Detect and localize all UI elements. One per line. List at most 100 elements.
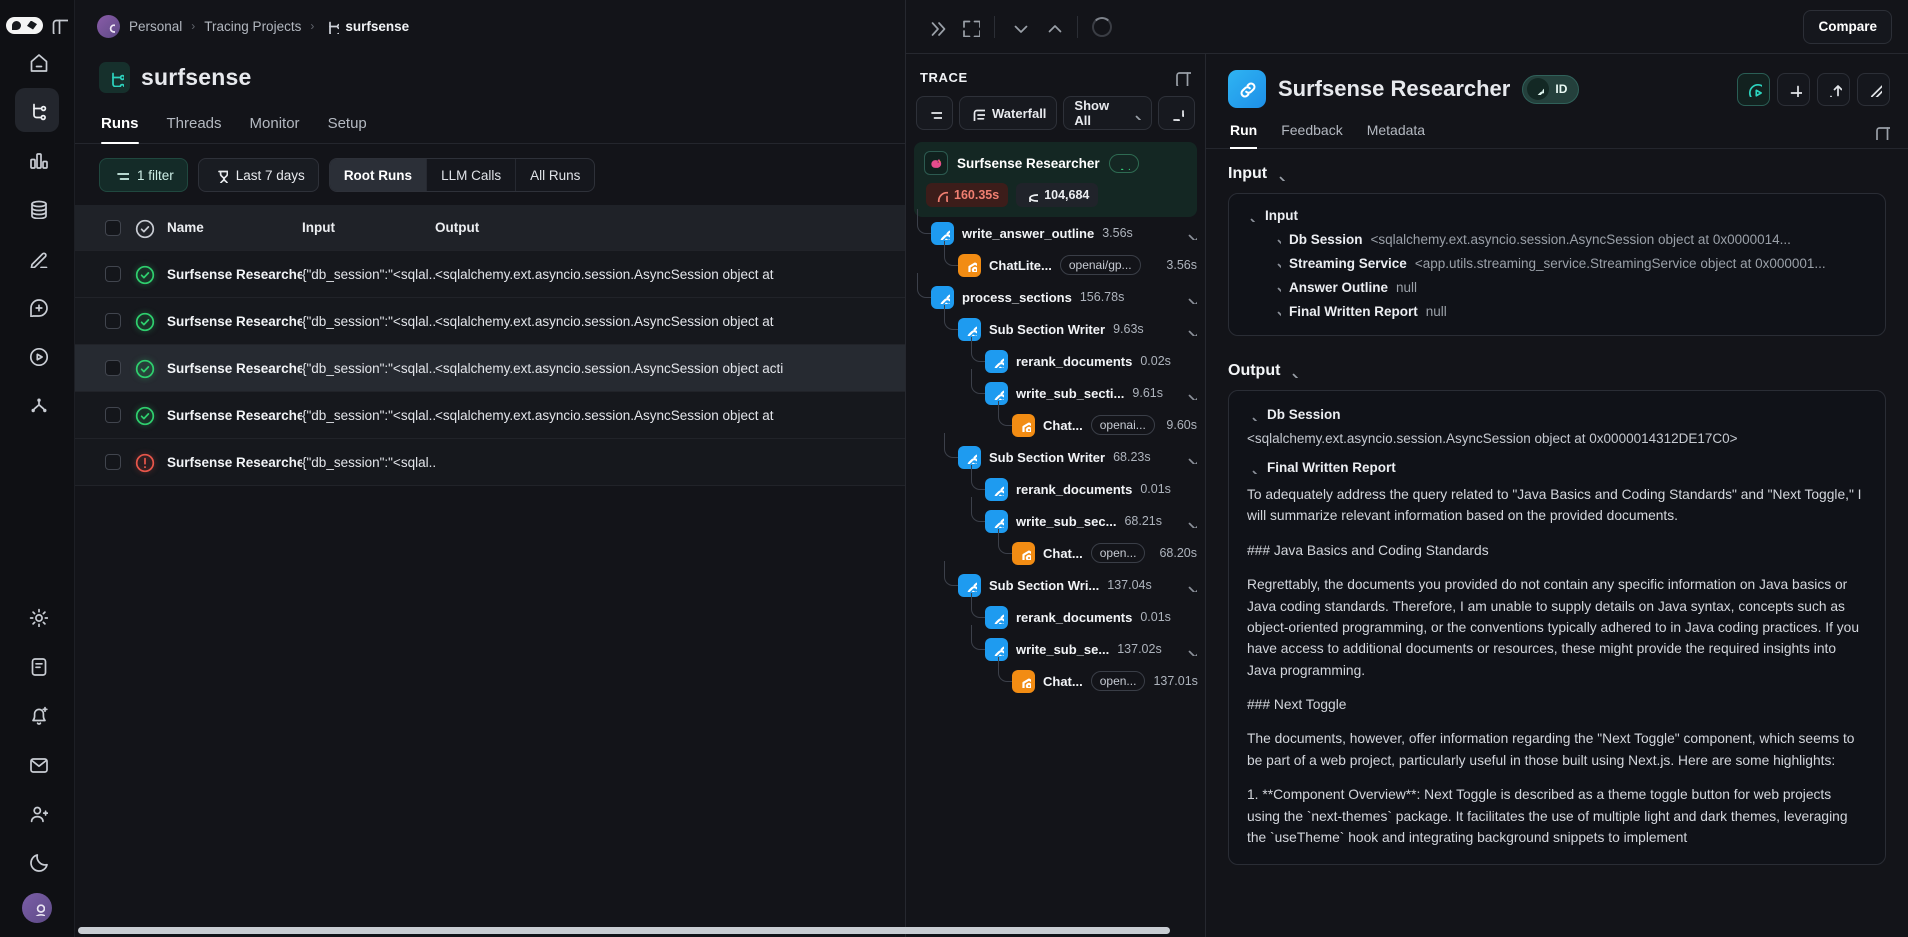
date-range-button[interactable]: Last 7 days — [198, 158, 319, 192]
sidebar-item-monitoring[interactable] — [15, 137, 59, 181]
segment-all-runs[interactable]: All Runs — [516, 159, 594, 191]
chevron-down-icon[interactable] — [1183, 514, 1197, 528]
horizontal-scrollbar[interactable] — [78, 927, 1170, 934]
workspace-avatar[interactable] — [97, 15, 120, 38]
trace-node[interactable]: write_sub_sec... 68.21s — [914, 505, 1197, 537]
input-field-final-written-report[interactable]: Final Written Report null — [1245, 304, 1869, 319]
run-io-content: Input Input Db Session <sqlalchemy.ext.a… — [1206, 149, 1908, 937]
sidebar-item-playground[interactable] — [15, 333, 59, 377]
table-row[interactable]: Surfsense Researcher {"db_session":"<sql… — [75, 251, 905, 298]
output-db-session-toggle[interactable]: Db Session — [1247, 407, 1867, 422]
sidebar-item-prompts[interactable] — [15, 284, 59, 328]
filter-count-button[interactable]: 1 filter — [99, 158, 188, 192]
output-section-header[interactable]: Output — [1228, 362, 1886, 380]
tab-setup[interactable]: Setup — [328, 115, 367, 143]
chevron-down-icon[interactable] — [1183, 226, 1197, 240]
user-avatar[interactable] — [22, 893, 52, 923]
trace-node[interactable]: write_sub_secti... 9.61s — [914, 377, 1197, 409]
trace-node[interactable]: Chat... open... 137.01s — [914, 665, 1197, 697]
segment-llm-calls[interactable]: LLM Calls — [427, 159, 516, 191]
input-field-db-session[interactable]: Db Session <sqlalchemy.ext.asyncio.sessi… — [1245, 232, 1869, 247]
tab-runs[interactable]: Runs — [101, 115, 139, 143]
chevron-down-icon[interactable] — [1183, 642, 1197, 656]
add-to-dataset-button[interactable] — [1777, 73, 1810, 106]
chevron-down-icon[interactable] — [1183, 322, 1197, 336]
row-checkbox[interactable] — [105, 360, 121, 376]
column-header-input[interactable]: Input — [302, 220, 435, 235]
row-checkbox[interactable] — [105, 454, 121, 470]
share-button[interactable] — [1817, 73, 1850, 106]
trace-node[interactable]: Sub Section Writer 68.23s — [914, 441, 1197, 473]
breadcrumb-personal[interactable]: Personal — [129, 19, 182, 34]
collapse-panel-icon[interactable] — [926, 17, 946, 37]
sidebar-item-settings[interactable] — [15, 594, 59, 638]
sidebar-item-theme[interactable] — [15, 839, 59, 883]
breadcrumb-tracing-projects[interactable]: Tracing Projects — [204, 19, 301, 34]
breadcrumb-project[interactable]: surfsense — [323, 18, 409, 34]
column-header-output[interactable]: Output — [435, 220, 905, 235]
input-field-answer-outline[interactable]: Answer Outline null — [1245, 280, 1869, 295]
sidebar-item-inbox[interactable] — [15, 741, 59, 785]
waterfall-view-button[interactable]: Waterfall — [959, 96, 1057, 130]
sidebar-item-tracing-projects[interactable] — [15, 88, 59, 132]
compare-button[interactable]: Compare — [1803, 10, 1892, 44]
row-checkbox[interactable] — [105, 407, 121, 423]
trace-filter-button[interactable] — [916, 96, 953, 130]
run-id-button[interactable]: ID — [1522, 75, 1579, 104]
show-all-dropdown[interactable]: Show All — [1063, 96, 1152, 130]
tab-run[interactable]: Run — [1230, 122, 1257, 148]
row-checkbox[interactable] — [105, 266, 121, 282]
trace-node[interactable]: rerank_documents 0.01s — [914, 473, 1197, 505]
sidebar-item-datasets[interactable] — [15, 186, 59, 230]
chain-icon — [985, 478, 1008, 501]
select-all-checkbox[interactable] — [105, 220, 121, 236]
next-run-chevron-up-icon[interactable] — [1043, 17, 1063, 37]
chevron-down-icon[interactable] — [1183, 450, 1197, 464]
trace-node[interactable]: write_sub_se... 137.02s — [914, 633, 1197, 665]
table-row[interactable]: Surfsense Researcher {"db_session":"<sql… — [75, 392, 905, 439]
segment-root-runs[interactable]: Root Runs — [330, 159, 427, 191]
run-output: <sqlalchemy.ext.asyncio.session.AsyncSes… — [435, 361, 905, 376]
sidebar-item-annotation[interactable] — [15, 235, 59, 279]
split-panel-icon[interactable] — [1873, 123, 1890, 140]
collapse-all-button[interactable] — [1158, 96, 1195, 130]
output-final-report-toggle[interactable]: Final Written Report — [1247, 460, 1867, 475]
tab-threads[interactable]: Threads — [167, 115, 222, 143]
sidebar-item-invite[interactable] — [15, 790, 59, 834]
chevron-down-icon[interactable] — [1183, 578, 1197, 592]
sidebar-item-hub[interactable] — [15, 382, 59, 426]
column-header-name[interactable]: Name — [167, 220, 302, 235]
fullscreen-icon[interactable] — [960, 17, 980, 37]
table-row-selected[interactable]: Surfsense Researcher {"db_session":"<sql… — [75, 345, 905, 392]
trace-node[interactable]: ChatLite... openai/gp... 3.56s — [914, 249, 1197, 281]
input-root-toggle[interactable]: Input — [1245, 208, 1869, 223]
tab-monitor[interactable]: Monitor — [250, 115, 300, 143]
tab-metadata[interactable]: Metadata — [1367, 122, 1425, 148]
input-section-header[interactable]: Input — [1228, 165, 1886, 183]
table-row[interactable]: Surfsense Researcher {"db_session":"<sql… — [75, 439, 905, 486]
langsmith-logo[interactable] — [6, 17, 43, 34]
prev-run-chevron-down-icon[interactable] — [1009, 17, 1029, 37]
llm-icon — [1012, 414, 1035, 437]
annotate-button[interactable] — [1857, 73, 1890, 106]
trace-node[interactable]: rerank_documents 0.02s — [914, 345, 1197, 377]
trace-root-node[interactable]: Surfsense Researcher 160.35s 104,684 — [914, 142, 1197, 217]
trace-node[interactable]: rerank_documents 0.01s — [914, 601, 1197, 633]
chevron-down-icon[interactable] — [1183, 386, 1197, 400]
input-field-streaming-service[interactable]: Streaming Service <app.utils.streaming_s… — [1245, 256, 1869, 271]
sidebar-collapse-icon[interactable] — [50, 16, 68, 34]
table-row[interactable]: Surfsense Researcher {"db_session":"<sql… — [75, 298, 905, 345]
sidebar-item-notifications[interactable] — [15, 692, 59, 736]
tab-feedback[interactable]: Feedback — [1281, 122, 1342, 148]
gear-icon — [27, 606, 48, 627]
trace-node[interactable]: Sub Section Wri... 137.04s — [914, 569, 1197, 601]
sidebar-item-docs[interactable] — [15, 643, 59, 687]
chevron-down-icon[interactable] — [1183, 290, 1197, 304]
duration-badge: 160.35s — [926, 183, 1008, 207]
row-checkbox[interactable] — [105, 313, 121, 329]
sidebar-item-home[interactable] — [15, 39, 59, 83]
open-in-playground-button[interactable] — [1737, 73, 1770, 106]
app-sidebar — [0, 0, 75, 937]
split-panel-icon[interactable] — [1173, 68, 1191, 86]
trace-node[interactable]: Sub Section Writer 9.63s — [914, 313, 1197, 345]
